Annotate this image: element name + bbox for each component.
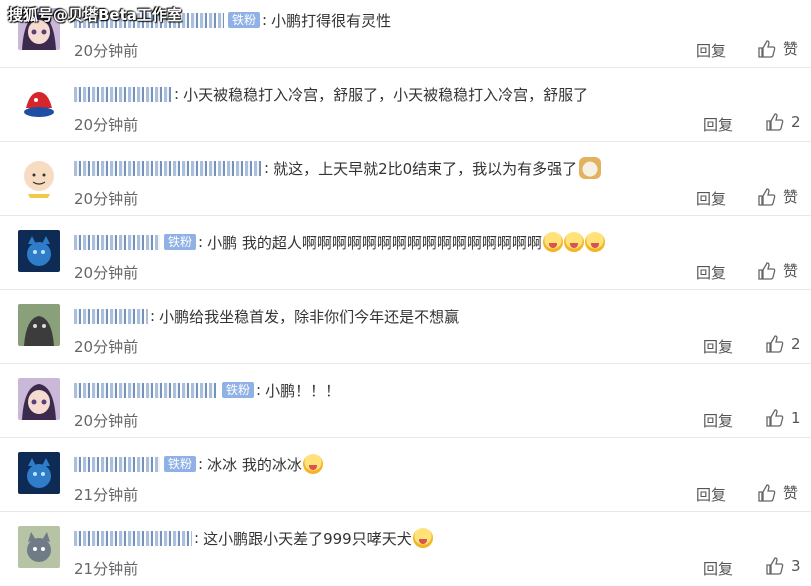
cry-laugh-emoji-icon — [584, 232, 605, 252]
like-count: 1 — [791, 409, 801, 427]
username[interactable] — [74, 382, 218, 398]
like-button[interactable]: 2 — [765, 334, 801, 354]
sohu-watermark: 搜狐号@贝塔Beta工作室 — [8, 6, 182, 24]
like-button[interactable]: 赞 — [757, 186, 798, 207]
thumbs-up-icon — [766, 113, 784, 131]
crying-emoji-icon — [302, 454, 323, 474]
username[interactable] — [74, 86, 172, 102]
fan-badge: 铁粉 — [222, 382, 255, 398]
comment-item: 铁粉 : 小鹏！！！ 20分钟前 回复 1 — [0, 364, 811, 438]
colon: : — [194, 529, 200, 547]
charlie-brown-avatar-icon — [18, 156, 60, 198]
comment-time: 20分钟前 — [74, 264, 139, 282]
avatar[interactable] — [18, 452, 60, 494]
cry-laugh-emoji-icon — [563, 232, 584, 252]
colon: : — [264, 159, 270, 177]
comment-item: : 小天被稳稳打入冷宫，舒服了，小天被稳稳打入冷宫，舒服了 20分钟前 回复 2 — [0, 68, 811, 142]
red-shape-avatar-icon — [18, 82, 60, 124]
comment-text: 冰冰 我的冰冰 — [207, 455, 302, 474]
crying-emoji-icon — [412, 528, 433, 548]
reply-button[interactable]: 回复 — [696, 484, 726, 505]
anime-girl-avatar-icon — [18, 378, 60, 420]
like-count: 赞 — [783, 188, 799, 206]
comment-time: 20分钟前 — [74, 42, 139, 60]
comment-time: 20分钟前 — [74, 412, 139, 430]
avatar[interactable] — [18, 304, 60, 346]
like-button[interactable]: 赞 — [757, 38, 798, 59]
comment-time: 20分钟前 — [74, 190, 139, 208]
comment-text: 这小鹏跟小天差了999只哮天犬 — [203, 529, 412, 548]
thumbs-up-icon — [758, 483, 776, 502]
like-button[interactable]: 赞 — [757, 482, 798, 503]
colon: : — [198, 233, 204, 251]
thumbs-up-icon — [766, 557, 784, 575]
thumbs-up-icon — [758, 39, 776, 58]
comment-text: 小鹏 我的超人啊啊啊啊啊啊啊啊啊啊啊啊啊啊啊啊 — [207, 233, 542, 252]
comment-item: : 小鹏给我坐稳首发，除非你们今年还是不想赢 20分钟前 回复 2 — [0, 290, 811, 364]
avatar[interactable] — [18, 230, 60, 272]
avatar[interactable] — [18, 156, 60, 198]
thumbs-up-icon — [758, 261, 776, 280]
avatar[interactable] — [18, 378, 60, 420]
thumbs-up-icon — [758, 187, 776, 206]
like-count: 2 — [791, 335, 801, 353]
colon: : — [150, 307, 156, 325]
comment-item: : 这小鹏跟小天差了999只哮天犬 21分钟前 回复 3 — [0, 512, 811, 586]
dark-animal-avatar-icon — [18, 304, 60, 346]
comment-item: 铁粉 : 小鹏 我的超人啊啊啊啊啊啊啊啊啊啊啊啊啊啊啊啊 20分钟前 回复 赞 — [0, 216, 811, 290]
reply-button[interactable]: 回复 — [703, 336, 733, 357]
username[interactable] — [74, 456, 160, 472]
tom-cat-avatar-icon — [18, 526, 60, 568]
like-button[interactable]: 赞 — [757, 260, 798, 281]
fan-badge: 铁粉 — [164, 234, 197, 250]
blue-cat-avatar-icon — [18, 452, 60, 494]
reply-button[interactable]: 回复 — [696, 188, 726, 209]
like-button[interactable]: 2 — [765, 112, 801, 132]
avatar[interactable] — [18, 82, 60, 124]
cry-laugh-emoji-icon — [542, 232, 563, 252]
like-button[interactable]: 1 — [765, 408, 801, 428]
like-count: 3 — [791, 557, 801, 575]
reply-button[interactable]: 回复 — [703, 410, 733, 431]
comment-text: 就这，上天早就2比0结束了，我以为有多强了 — [273, 159, 578, 178]
blue-cat-avatar-icon — [18, 230, 60, 272]
comment-text: 小天被稳稳打入冷宫，舒服了，小天被稳稳打入冷宫，舒服了 — [183, 85, 589, 104]
comment-time: 21分钟前 — [74, 486, 139, 504]
like-count: 2 — [791, 113, 801, 131]
colon: : — [262, 11, 268, 29]
like-count: 赞 — [783, 40, 799, 58]
username[interactable] — [74, 160, 262, 176]
comment-time: 20分钟前 — [74, 116, 139, 134]
reply-button[interactable]: 回复 — [696, 40, 726, 61]
username[interactable] — [74, 234, 160, 250]
thumbs-up-icon — [766, 409, 784, 427]
reply-button[interactable]: 回复 — [703, 558, 733, 579]
reply-button[interactable]: 回复 — [703, 114, 733, 135]
like-button[interactable]: 3 — [765, 556, 801, 576]
comment-item: : 就这，上天早就2比0结束了，我以为有多强了 20分钟前 回复 赞 — [0, 142, 811, 216]
colon: : — [174, 85, 180, 103]
comment-item: 铁粉 : 冰冰 我的冰冰 21分钟前 回复 赞 — [0, 438, 811, 512]
comment-time: 20分钟前 — [74, 338, 139, 356]
doge-emoji-icon — [579, 157, 602, 179]
colon: : — [256, 381, 262, 399]
like-count: 赞 — [783, 262, 799, 280]
colon: : — [198, 455, 204, 473]
like-count: 赞 — [783, 484, 799, 502]
username[interactable] — [74, 308, 148, 324]
avatar[interactable] — [18, 526, 60, 568]
username[interactable] — [74, 530, 192, 546]
fan-badge: 铁粉 — [228, 12, 261, 28]
comment-time: 21分钟前 — [74, 560, 139, 578]
comment-text: 小鹏给我坐稳首发，除非你们今年还是不想赢 — [159, 307, 460, 326]
fan-badge: 铁粉 — [164, 456, 197, 472]
comment-text: 小鹏！！！ — [265, 381, 341, 400]
reply-button[interactable]: 回复 — [696, 262, 726, 283]
thumbs-up-icon — [766, 335, 784, 353]
comment-text: 小鹏打得很有灵性 — [271, 11, 392, 30]
